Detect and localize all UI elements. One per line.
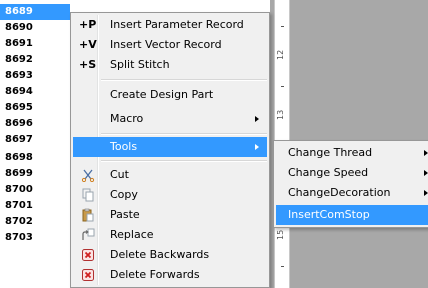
- paste-icon: [82, 208, 94, 222]
- row-number: 8700: [5, 184, 33, 195]
- ruler-label: 12: [276, 49, 285, 60]
- menu-item-copy[interactable]: Copy: [73, 185, 267, 205]
- delete-icon: [82, 269, 94, 281]
- menu-item-label: InsertComStop: [288, 208, 370, 221]
- menu-separator: [101, 160, 267, 162]
- tools-submenu: Change Thread Change Speed ChangeDecorat…: [273, 140, 428, 228]
- replace-icon: [82, 228, 95, 240]
- menu-item-insert-parameter-record[interactable]: +P Insert Parameter Record: [73, 15, 267, 35]
- row-number: 8690: [5, 22, 33, 33]
- row-number: 8696: [5, 118, 33, 129]
- menu-separator: [101, 133, 267, 135]
- menu-item-label: Copy: [110, 188, 138, 201]
- table-row[interactable]: 8691: [0, 36, 66, 52]
- submenu-item-change-thread[interactable]: Change Thread: [276, 143, 428, 163]
- menu-item-label: ChangeDecoration: [288, 186, 391, 199]
- menu-item-paste[interactable]: Paste: [73, 205, 267, 225]
- row-number: 8697: [5, 134, 33, 145]
- submenu-item-insert-com-stop[interactable]: InsertComStop: [276, 205, 428, 225]
- menu-item-tools[interactable]: Tools: [73, 137, 267, 157]
- menu-item-label: Split Stitch: [110, 58, 170, 71]
- table-row[interactable]: 8695: [0, 100, 66, 116]
- ruler-tick: [281, 266, 284, 267]
- submenu-arrow-icon: [424, 150, 428, 156]
- menu-item-label: Change Thread: [288, 146, 373, 159]
- menu-item-delete-forwards[interactable]: Delete Forwards: [73, 265, 267, 285]
- menu-item-label: Insert Parameter Record: [110, 18, 244, 31]
- menu-item-label: Paste: [110, 208, 140, 221]
- menu-separator: [101, 79, 267, 81]
- row-number: 8691: [5, 38, 33, 49]
- row-number: 8702: [5, 216, 33, 227]
- scissors-icon: [81, 169, 95, 182]
- menu-item-macro[interactable]: Macro: [73, 109, 267, 129]
- table-row[interactable]: 8693: [0, 68, 66, 84]
- table-row[interactable]: 8702: [0, 214, 66, 230]
- submenu-arrow-icon: [424, 190, 428, 196]
- shortcut-key: +V: [79, 38, 97, 51]
- menu-item-label: Cut: [110, 168, 129, 181]
- submenu-arrow-icon: [255, 144, 259, 150]
- row-number: 8692: [5, 54, 33, 65]
- menu-item-label: Create Design Part: [110, 88, 214, 101]
- menu-item-cut[interactable]: Cut: [73, 165, 267, 185]
- menu-item-label: Change Speed: [288, 166, 369, 179]
- submenu-item-change-speed[interactable]: Change Speed: [276, 163, 428, 183]
- menu-item-delete-backwards[interactable]: Delete Backwards: [73, 245, 267, 265]
- table-row[interactable]: 8696: [0, 116, 66, 132]
- delete-icon: [82, 249, 94, 261]
- row-number: 8694: [5, 86, 33, 97]
- menu-item-label: Delete Backwards: [110, 248, 210, 261]
- table-row[interactable]: 8703: [0, 230, 66, 246]
- table-row[interactable]: 8699: [0, 166, 66, 182]
- shortcut-key: +S: [79, 58, 97, 71]
- submenu-item-change-decoration[interactable]: ChangeDecoration: [276, 183, 428, 203]
- stitch-row-list: 8689 8690 8691 8692 8693 8694 8695 8696 …: [0, 0, 66, 288]
- row-number: 8698: [5, 152, 33, 163]
- copy-icon: [82, 188, 94, 202]
- selection-highlight: [62, 4, 70, 20]
- menu-item-split-stitch[interactable]: +S Split Stitch: [73, 55, 267, 75]
- row-number: 8701: [5, 200, 33, 211]
- ruler-tick: [281, 86, 284, 87]
- table-row[interactable]: 8700: [0, 182, 66, 198]
- row-number: 8703: [5, 232, 33, 243]
- row-number: 8699: [5, 168, 33, 179]
- menu-item-label: Tools: [110, 140, 138, 153]
- table-row[interactable]: 8692: [0, 52, 66, 68]
- ruler-label: 13: [276, 109, 285, 120]
- submenu-arrow-icon: [255, 116, 259, 122]
- shortcut-key: +P: [79, 18, 97, 31]
- submenu-arrow-icon: [424, 170, 428, 176]
- row-number: 8693: [5, 70, 33, 81]
- menu-item-label: Delete Forwards: [110, 268, 200, 281]
- row-number: 8689: [5, 6, 33, 17]
- menu-item-label: Replace: [110, 228, 154, 241]
- row-number: 8695: [5, 102, 33, 113]
- context-menu: +P Insert Parameter Record +V Insert Vec…: [70, 12, 270, 288]
- ruler-label: 15: [276, 229, 285, 240]
- table-row[interactable]: 8698: [0, 150, 66, 166]
- menu-item-create-design-part[interactable]: Create Design Part: [73, 85, 267, 105]
- table-row[interactable]: 8694: [0, 84, 66, 100]
- ruler-tick: [281, 26, 284, 27]
- table-row[interactable]: 8690: [0, 20, 66, 36]
- menu-item-insert-vector-record[interactable]: +V Insert Vector Record: [73, 35, 267, 55]
- table-row[interactable]: 8701: [0, 198, 66, 214]
- menu-item-label: Insert Vector Record: [110, 38, 222, 51]
- table-row[interactable]: 8689: [0, 4, 66, 20]
- table-row[interactable]: 8697: [0, 132, 66, 148]
- menu-item-label: Macro: [110, 112, 144, 125]
- menu-item-replace[interactable]: Replace: [73, 225, 267, 245]
